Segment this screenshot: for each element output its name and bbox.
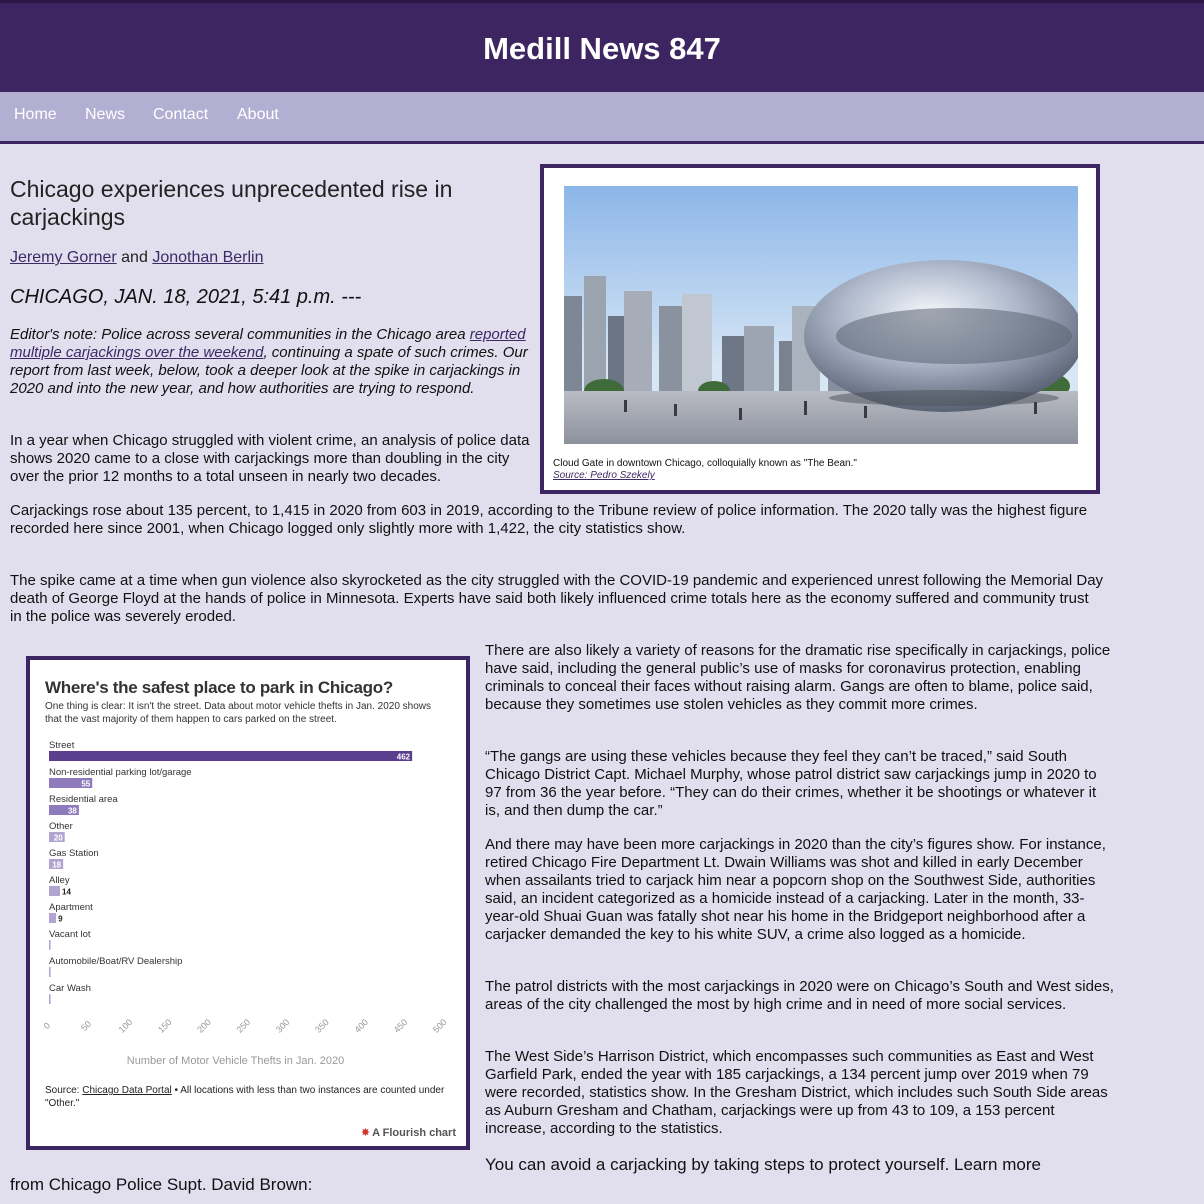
x-tick-label: 300	[274, 1017, 292, 1035]
paragraph-3: The spike came at a time when gun violen…	[10, 572, 1104, 625]
data-label: 18	[52, 861, 61, 870]
category-label: Alley	[49, 875, 70, 886]
x-tick-label: 100	[117, 1017, 135, 1035]
paragraph-4: There are also likely a variety of reaso…	[485, 642, 1111, 713]
category-label: Apartment	[49, 902, 93, 913]
x-tick-label: 350	[313, 1017, 331, 1035]
data-label: 55	[81, 780, 90, 789]
category-label: Gas Station	[49, 848, 99, 859]
x-tick-label: 200	[195, 1017, 213, 1035]
editors-note-prefix: Editor's note: Police across several com…	[10, 326, 470, 343]
bar	[49, 967, 51, 977]
cloud-gate-photo	[564, 186, 1078, 444]
x-tick-label: 400	[352, 1017, 370, 1035]
category-label: Residential area	[49, 794, 118, 805]
author-link-2[interactable]: Jonothan Berlin	[152, 249, 263, 266]
chart-footer: Source: Chicago Data Portal • All locati…	[45, 1084, 455, 1110]
paragraph-2: Carjackings rose about 135 percent, to 1…	[10, 502, 1088, 537]
x-tick-label: 50	[79, 1019, 93, 1033]
site-title: Medill News 847	[483, 31, 721, 66]
category-label: Non-residential parking lot/garage	[49, 767, 192, 778]
chart-footer-prefix: Source:	[45, 1085, 83, 1096]
photo-source-link[interactable]: Source: Pedro Szekely	[553, 470, 655, 481]
category-label: Car Wash	[49, 983, 91, 994]
chart-source-link[interactable]: Chicago Data Portal	[82, 1085, 172, 1096]
nav-about[interactable]: About	[237, 106, 279, 124]
byline: Jeremy Gorner and Jonothan Berlin	[10, 249, 264, 267]
bar	[49, 751, 413, 761]
paragraph-7: The patrol districts with the most carja…	[485, 978, 1114, 1013]
category-label: Other	[49, 821, 73, 832]
bar	[49, 994, 51, 1004]
editors-note: Editor's note: Police across several com…	[10, 326, 530, 398]
data-label: 20	[54, 834, 63, 843]
paragraph-8: The West Side’s Harrison District, which…	[485, 1048, 1108, 1137]
bar-chart: Street 462 Non-residential parking lot/gar…	[42, 740, 449, 1067]
author-link-1[interactable]: Jeremy Gorner	[10, 249, 117, 266]
flourish-logo-icon: ✸	[360, 1127, 371, 1139]
flourish-credit[interactable]: ✸ A Flourish chart	[361, 1126, 456, 1139]
category-label: Vacant lot	[49, 929, 91, 940]
category-label: Street	[49, 740, 75, 751]
bar	[49, 913, 57, 923]
bar	[49, 886, 61, 896]
paragraph-6: And there may have been more carjackings…	[485, 836, 1106, 943]
x-axis-label: Number of Motor Vehicle Thefts in Jan. 2…	[127, 1055, 344, 1067]
nav-news[interactable]: News	[85, 106, 125, 124]
nav-home[interactable]: Home	[14, 106, 57, 124]
paragraph-5: “The gangs are using these vehicles beca…	[485, 748, 1097, 819]
author-joiner: and	[121, 249, 148, 266]
category-label: Automobile/Boat/RV Dealership	[49, 956, 182, 967]
site-header: Medill News 847	[0, 0, 1204, 92]
data-label: 462	[397, 753, 411, 762]
x-tick-label: 250	[235, 1017, 253, 1035]
data-label: 14	[62, 888, 71, 897]
photo-caption: Cloud Gate in downtown Chicago, colloqui…	[553, 458, 857, 469]
photo-figure: Cloud Gate in downtown Chicago, colloqui…	[540, 164, 1100, 494]
paragraph-9: You can avoid a carjacking by taking ste…	[485, 1155, 1041, 1174]
paragraph-10: from Chicago Police Supt. David Brown:	[10, 1175, 313, 1194]
data-label: 9	[58, 915, 63, 924]
flourish-credit-label: A Flourish chart	[372, 1127, 456, 1139]
x-tick-label: 0	[42, 1021, 53, 1032]
data-label: 38	[68, 807, 77, 816]
navbar: Home News Contact About	[0, 92, 1204, 144]
dateline: CHICAGO, JAN. 18, 2021, 5:41 p.m. ---	[10, 286, 362, 308]
x-tick-label: 500	[431, 1017, 449, 1035]
x-tick-label: 150	[156, 1017, 174, 1035]
nav-contact[interactable]: Contact	[153, 106, 208, 124]
chart-figure: Where's the safest place to park in Chic…	[26, 656, 470, 1150]
bar	[49, 940, 51, 950]
x-tick-label: 450	[392, 1017, 410, 1035]
paragraph-1: In a year when Chicago struggled with vi…	[10, 432, 530, 485]
article-headline: Chicago experiences unprecedented rise i…	[10, 176, 453, 230]
